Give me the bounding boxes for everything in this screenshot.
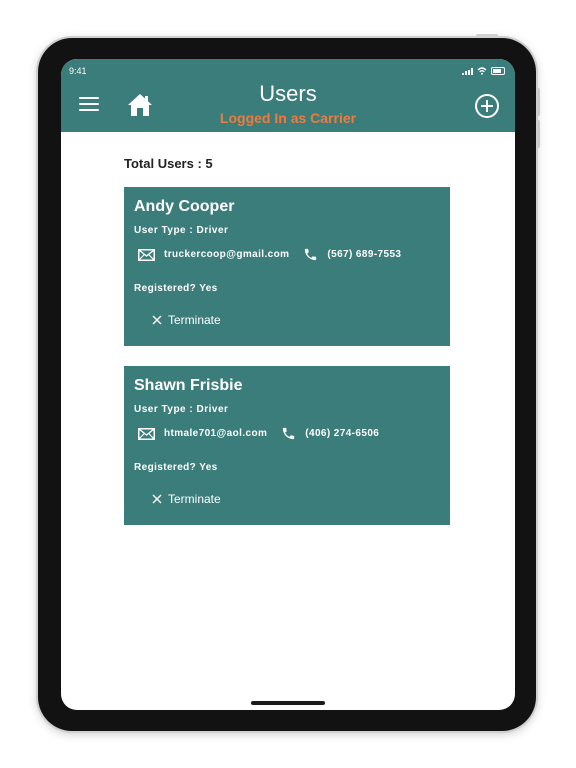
registered-status: Registered? Yes bbox=[134, 283, 218, 294]
total-users-label: Total Users : 5 bbox=[124, 156, 213, 171]
phone-icon bbox=[283, 427, 295, 440]
terminate-label: Terminate bbox=[168, 313, 221, 327]
user-type: User Type : Driver bbox=[134, 225, 229, 236]
status-time: 9:41 bbox=[69, 66, 87, 76]
terminate-button[interactable]: Terminate bbox=[152, 313, 221, 327]
user-phone[interactable]: (406) 274-6506 bbox=[305, 428, 379, 439]
user-name: Andy Cooper bbox=[134, 198, 235, 215]
terminate-label: Terminate bbox=[168, 492, 221, 506]
terminate-button[interactable]: Terminate bbox=[152, 492, 221, 506]
status-icons bbox=[462, 67, 505, 75]
user-name: Shawn Frisbie bbox=[134, 377, 243, 394]
user-card: Shawn Frisbie User Type : Driver htmale7… bbox=[124, 366, 450, 525]
app-screen: 9:41 Users Logged In as Carrier Total Us… bbox=[61, 59, 515, 710]
user-phone[interactable]: (567) 689-7553 bbox=[327, 249, 401, 260]
device-volume-up-button bbox=[536, 88, 540, 116]
phone-icon bbox=[305, 248, 317, 261]
user-type: User Type : Driver bbox=[134, 404, 229, 415]
user-contact-row: htmale701@aol.com (406) 274-6506 bbox=[138, 426, 379, 441]
close-icon bbox=[152, 494, 162, 504]
envelope-icon bbox=[138, 427, 155, 440]
registered-status: Registered? Yes bbox=[134, 462, 218, 473]
signal-icon bbox=[462, 68, 473, 75]
add-circle-icon[interactable] bbox=[474, 93, 500, 119]
page-title: Users bbox=[259, 81, 317, 106]
user-contact-row: truckercoop@gmail.com (567) 689-7553 bbox=[138, 247, 401, 262]
user-email[interactable]: htmale701@aol.com bbox=[164, 428, 267, 439]
close-icon bbox=[152, 315, 162, 325]
user-email[interactable]: truckercoop@gmail.com bbox=[164, 249, 289, 260]
user-card: Andy Cooper User Type : Driver truckerco… bbox=[124, 187, 450, 346]
home-indicator[interactable] bbox=[251, 701, 325, 705]
wifi-icon bbox=[477, 67, 487, 75]
login-role-label: Logged In as Carrier bbox=[219, 110, 357, 126]
device-volume-down-button bbox=[536, 120, 540, 148]
app-header: 9:41 Users Logged In as Carrier bbox=[61, 59, 515, 132]
envelope-icon bbox=[138, 248, 155, 261]
battery-icon bbox=[491, 67, 505, 75]
